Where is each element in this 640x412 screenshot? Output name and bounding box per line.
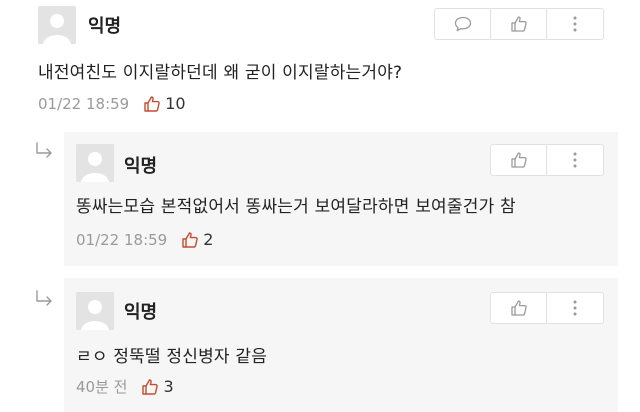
- comment-meta: 01/22 18:59 10: [38, 94, 186, 113]
- more-button[interactable]: [547, 9, 603, 39]
- reply-action-buttons: [490, 144, 604, 176]
- reply-item: 익명 똥싸는모습 본적없어서 똥싸는거 보여달라하면 보여줄건가 참 01/22…: [64, 132, 618, 266]
- comment-timestamp: 01/22 18:59: [38, 94, 130, 113]
- more-vertical-icon: [573, 16, 577, 32]
- reply-timestamp: 01/22 18:59: [76, 230, 168, 249]
- reply-action-buttons: [490, 292, 604, 324]
- like-count: 2: [203, 230, 214, 249]
- reply-likes: 3: [141, 377, 174, 396]
- thumbs-up-icon: [510, 152, 527, 168]
- comment-author: 익명: [88, 16, 122, 37]
- more-button[interactable]: [547, 145, 603, 175]
- reply-text: 똥싸는모습 본적없어서 똥싸는거 보여달라하면 보여줄건가 참: [76, 197, 516, 217]
- reply-item: 익명 ㄹㅇ 정뚝떨 정신병자 같음 40분 전 3: [64, 278, 618, 412]
- reply-arrow-icon: [36, 290, 52, 306]
- more-button[interactable]: [547, 293, 603, 323]
- reply-author: 익명: [124, 156, 158, 177]
- reply-meta: 40분 전 3: [76, 376, 174, 397]
- reply-meta: 01/22 18:59 2: [76, 230, 213, 249]
- comment-likes: 10: [143, 94, 186, 113]
- avatar-placeholder-icon: [76, 292, 114, 330]
- avatar-placeholder-icon: [76, 144, 114, 182]
- reply-arrow-icon: [36, 142, 52, 158]
- comment-icon: [454, 16, 471, 32]
- like-button[interactable]: [491, 145, 547, 175]
- thumbs-up-icon: [510, 300, 527, 316]
- thumbs-up-icon: [182, 231, 199, 248]
- comment-action-buttons: [434, 8, 604, 40]
- like-count: 3: [163, 377, 174, 396]
- more-vertical-icon: [573, 152, 577, 168]
- comment-text: 내전여친도 이지랄하던데 왜 굳이 이지랄하는거야?: [38, 63, 403, 83]
- reply-likes: 2: [181, 230, 213, 249]
- like-count: 10: [165, 94, 186, 113]
- avatar-placeholder-icon: [38, 6, 76, 44]
- avatar: [38, 6, 76, 44]
- avatar: [76, 292, 114, 330]
- reply-timestamp: 40분 전: [76, 378, 128, 396]
- reply-button[interactable]: [435, 9, 491, 39]
- reply-author: 익명: [124, 302, 158, 323]
- reply-text: ㄹㅇ 정뚝떨 정신병자 같음: [76, 347, 268, 367]
- thumbs-up-icon: [510, 16, 527, 32]
- more-vertical-icon: [573, 300, 577, 316]
- like-button[interactable]: [491, 9, 547, 39]
- thumbs-up-icon: [142, 378, 159, 395]
- avatar: [76, 144, 114, 182]
- thumbs-up-icon: [144, 95, 161, 112]
- like-button[interactable]: [491, 293, 547, 323]
